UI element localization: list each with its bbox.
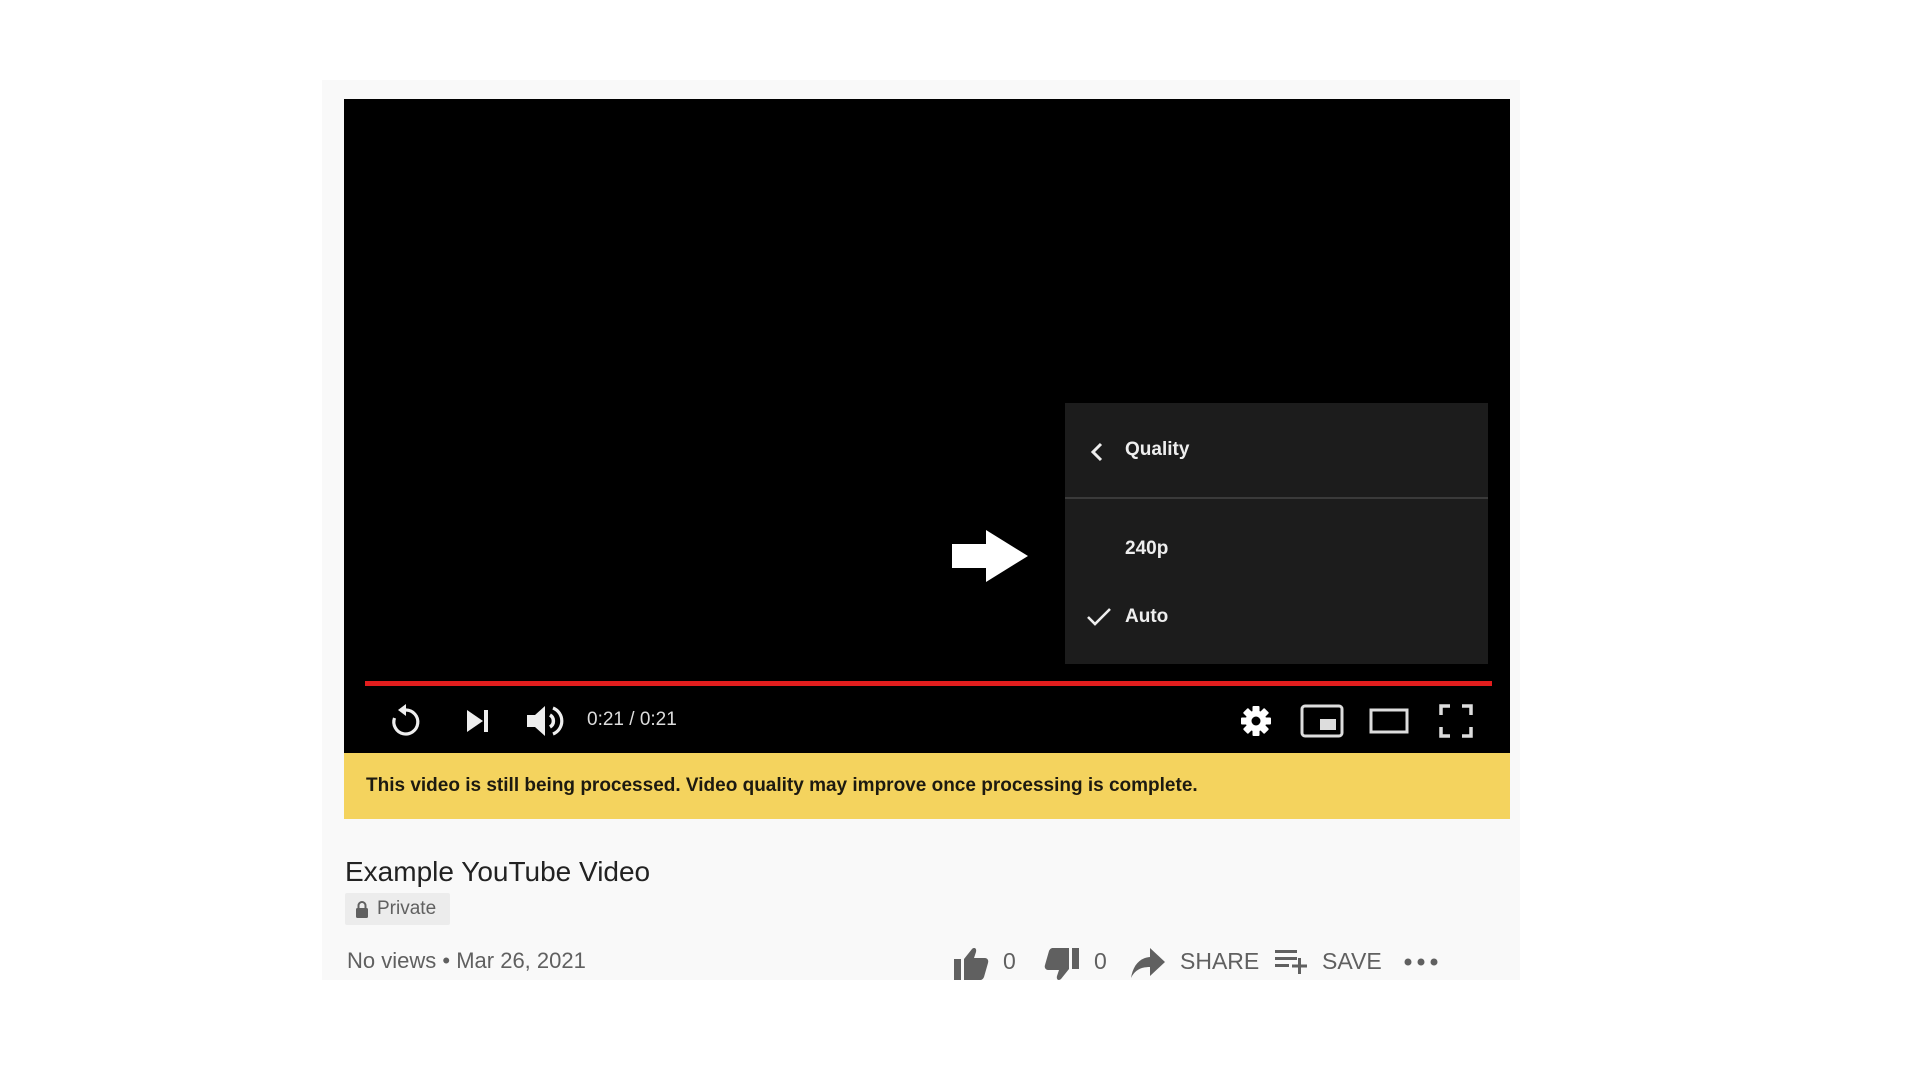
fullscreen-button[interactable] <box>1434 697 1478 745</box>
miniplayer-button[interactable] <box>1294 697 1350 745</box>
more-horizontal-icon <box>1404 958 1438 966</box>
time-display: 0:21 / 0:21 <box>587 709 677 730</box>
progress-played <box>365 681 1492 686</box>
quality-option-label: Auto <box>1125 606 1169 627</box>
gear-icon <box>1241 706 1271 736</box>
checkmark-icon <box>1087 608 1111 626</box>
arrow-right-icon <box>952 530 1028 582</box>
quality-menu-title: Quality <box>1125 439 1190 460</box>
save-button[interactable]: SAVE <box>1274 940 1382 980</box>
like-button[interactable]: 0 <box>953 940 1016 980</box>
dislike-button[interactable]: 0 <box>1040 940 1107 980</box>
like-count: 0 <box>1003 948 1016 974</box>
player-controls: 0:21 / 0:21 <box>344 697 1510 745</box>
miniplayer-icon <box>1300 704 1344 738</box>
quality-option-label: 240p <box>1125 538 1169 559</box>
video-title: Example YouTube Video <box>345 856 651 887</box>
volume-up-icon <box>527 706 564 736</box>
thumbs-down-icon <box>1044 948 1079 980</box>
mute-button[interactable] <box>522 697 568 745</box>
share-label: SHARE <box>1180 948 1260 974</box>
more-actions-button[interactable] <box>1404 940 1438 980</box>
video-actions: 0 0 SHARE SAVE <box>0 940 1920 980</box>
progress-bar[interactable] <box>365 681 1492 686</box>
processing-notice-text: This video is still being processed. Vid… <box>366 775 1198 796</box>
save-label: SAVE <box>1322 948 1382 974</box>
next-button[interactable] <box>456 697 500 745</box>
privacy-label: Private <box>377 898 437 919</box>
share-button[interactable]: SHARE <box>1130 940 1259 980</box>
replay-button[interactable] <box>382 697 430 745</box>
theater-mode-icon <box>1369 708 1409 734</box>
skip-next-icon <box>467 710 488 732</box>
dislike-count: 0 <box>1094 948 1107 974</box>
playlist-add-icon <box>1275 950 1307 974</box>
quality-menu-back-button[interactable]: Quality <box>1065 403 1488 499</box>
quality-option-auto[interactable]: Auto <box>1065 587 1488 647</box>
processing-notice: This video is still being processed. Vid… <box>344 753 1510 819</box>
thumbs-up-icon <box>954 948 989 980</box>
share-icon <box>1131 948 1165 978</box>
privacy-badge: Private <box>345 893 450 925</box>
replay-icon <box>392 704 420 736</box>
lock-icon <box>356 900 368 918</box>
fullscreen-icon <box>1439 704 1473 738</box>
quality-menu: Quality 240p Auto <box>1065 403 1488 664</box>
theater-mode-button[interactable] <box>1364 697 1414 745</box>
quality-option-240p[interactable]: 240p <box>1065 519 1488 579</box>
settings-button[interactable] <box>1234 697 1278 745</box>
chevron-left-icon <box>1090 442 1103 462</box>
